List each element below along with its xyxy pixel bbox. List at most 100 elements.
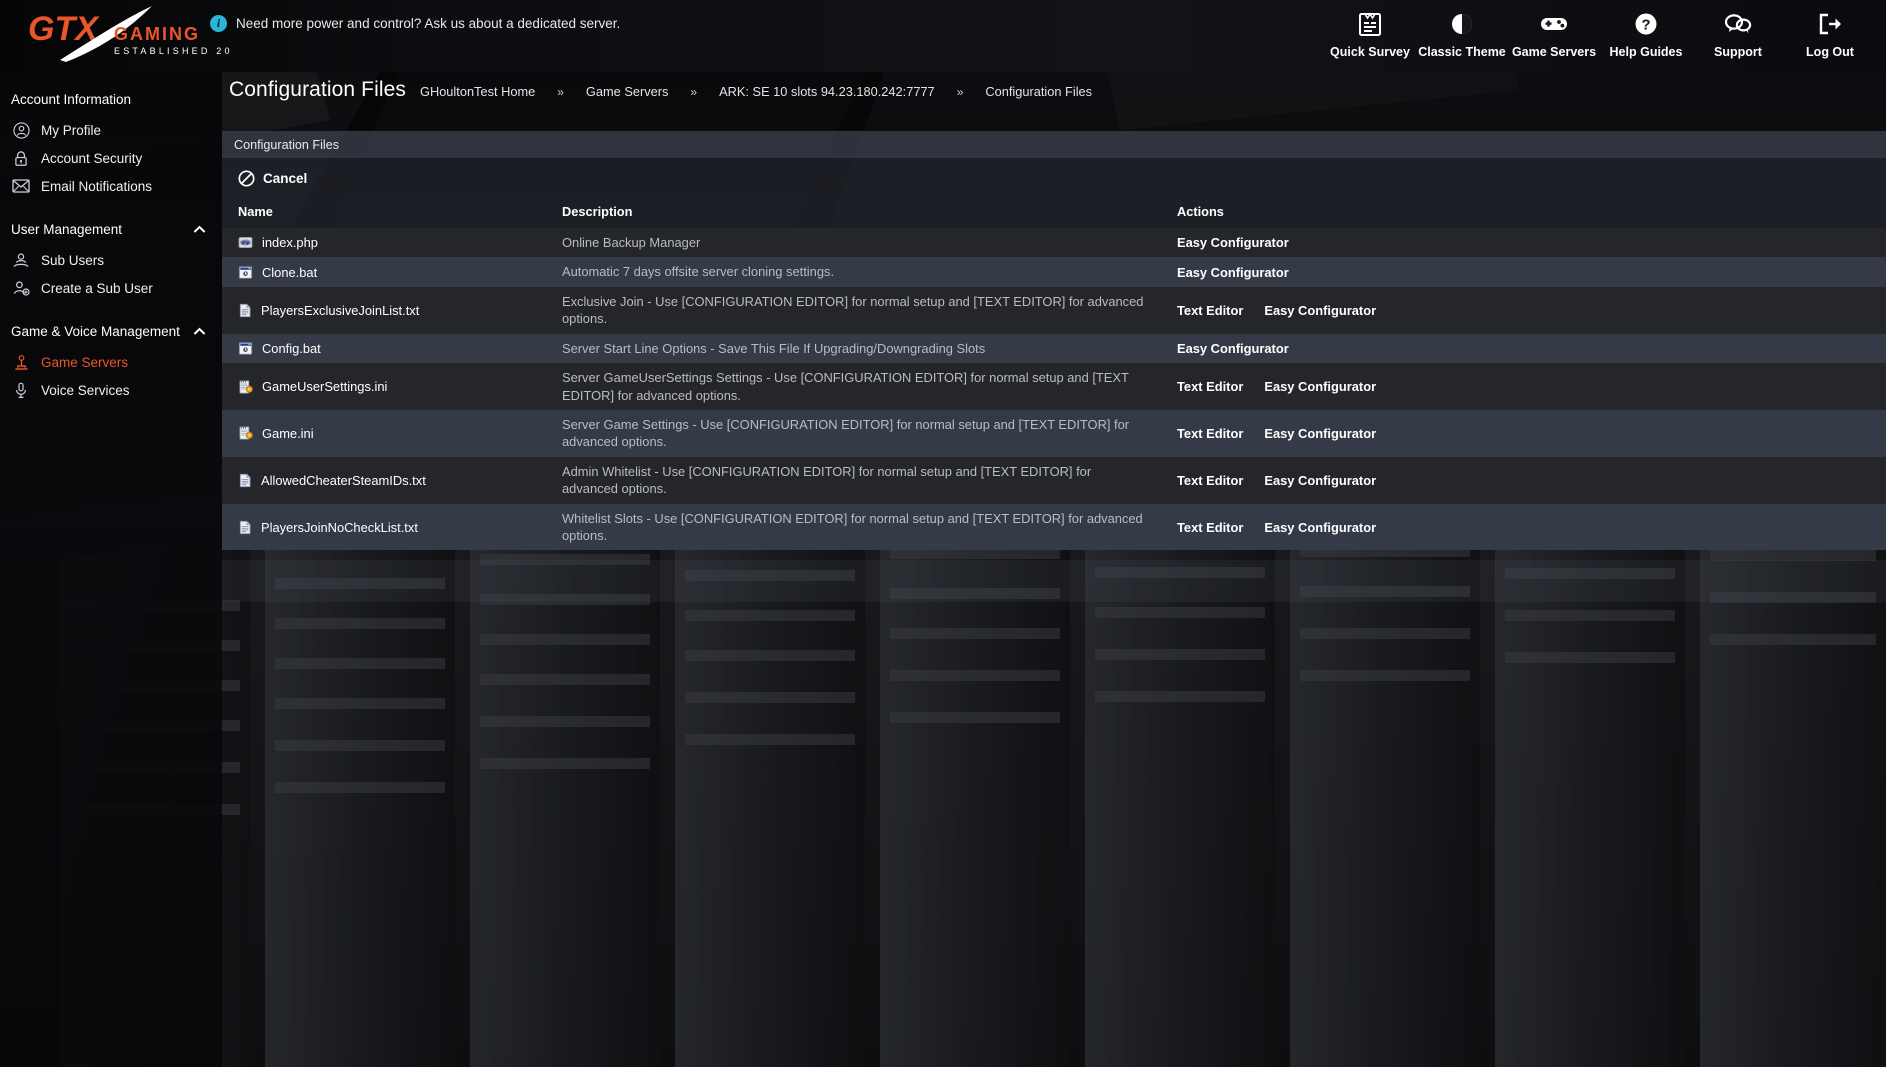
txt-file-icon	[238, 303, 252, 318]
easy-configurator-link[interactable]: Easy Configurator	[1264, 426, 1376, 441]
user-add-icon	[12, 279, 30, 297]
sidebar-section-user-management[interactable]: User Management	[0, 212, 222, 246]
table-row: php index.php Online Backup Manager Easy Co…	[222, 228, 1886, 258]
easy-configurator-link[interactable]: Easy Configurator	[1177, 265, 1289, 280]
topnav-label: Game Servers	[1511, 45, 1597, 59]
chat-bubbles-icon	[1724, 10, 1752, 38]
logo-tagline-text: ESTABLISHED 2007	[114, 46, 232, 56]
easy-configurator-link[interactable]: Easy Configurator	[1264, 520, 1376, 535]
server-tower-icon	[12, 353, 30, 371]
file-description-cell: Server GameUserSettings Settings - Use […	[562, 370, 1129, 403]
topnav-support[interactable]: Support	[1692, 4, 1784, 59]
table-header-row: Name Description Actions	[222, 198, 1886, 228]
sidebar-section-game-voice-management[interactable]: Game & Voice Management	[0, 314, 222, 348]
file-name-cell: GameUserSettings.ini	[222, 363, 562, 410]
file-description-cell: Exclusive Join - Use [CONFIGURATION EDIT…	[562, 293, 1144, 327]
file-actions-cell: Easy Configurator	[1160, 228, 1886, 257]
breadcrumb-item-game-servers[interactable]: Game Servers	[586, 84, 669, 99]
file-actions-cell: Easy Configurator	[1160, 334, 1886, 363]
file-name-cell: Config.bat	[222, 334, 562, 363]
ini-file-icon	[238, 425, 253, 441]
file-description-cell: Online Backup Manager	[562, 235, 701, 250]
sidebar: Account Information My Profile Account S…	[0, 72, 222, 1067]
sidebar-item-label: Game Servers	[41, 354, 129, 370]
topnav-label: Support	[1714, 45, 1762, 59]
sidebar-item-voice-services[interactable]: Voice Services	[0, 376, 222, 404]
file-description-cell: Server Game Settings - Use [CONFIGURATIO…	[562, 416, 1130, 450]
easy-configurator-link[interactable]: Easy Configurator	[1264, 473, 1376, 488]
gamepad-icon	[1539, 10, 1569, 38]
file-name-label: Config.bat	[262, 340, 321, 356]
ban-icon	[238, 169, 255, 187]
breadcrumb-item-home[interactable]: GHoultonTest Home	[420, 84, 535, 99]
panel-underlay-band-2	[222, 560, 1886, 602]
topnav-label: Classic Theme	[1418, 45, 1506, 59]
sidebar-item-label: Account Security	[41, 150, 143, 166]
bat-file-icon	[238, 265, 253, 280]
sidebar-item-email-notifications[interactable]: Email Notifications	[0, 172, 222, 200]
file-name-cell: Clone.bat	[222, 257, 562, 286]
file-actions-cell: Text Editor Easy Configurator	[1160, 363, 1886, 410]
breadcrumb-item-server[interactable]: ARK: SE 10 slots 94.23.180.242:7777	[719, 84, 935, 99]
topnav-game-servers[interactable]: Game Servers	[1508, 4, 1600, 59]
breadcrumb: GHoultonTest Home » Game Servers » ARK: …	[420, 84, 1092, 99]
sidebar-section-title: Game & Voice Management	[11, 323, 180, 339]
sidebar-section-account-information: Account Information	[0, 82, 222, 116]
column-header-description: Description	[562, 204, 633, 219]
sidebar-item-label: Sub Users	[41, 252, 105, 268]
file-name-cell: php index.php	[222, 228, 562, 257]
cancel-button[interactable]: Cancel	[238, 169, 308, 187]
topnav-quick-survey[interactable]: Quick Survey	[1324, 4, 1416, 59]
question-circle-icon: ?	[1634, 10, 1658, 38]
topnav-help-guides[interactable]: ? Help Guides	[1600, 4, 1692, 59]
sidebar-item-label: Create a Sub User	[41, 280, 153, 296]
topnav-log-out[interactable]: Log Out	[1784, 4, 1876, 59]
bat-file-icon	[238, 341, 253, 356]
file-name-cell: AllowedCheaterSteamIDs.txt	[222, 457, 562, 504]
clipboard-icon	[1358, 10, 1382, 38]
ini-file-icon	[238, 379, 253, 395]
table-row: Game.ini Server Game Settings - Use [CONF…	[222, 409, 1886, 457]
table-row: PlayersJoinNoCheckList.txt Whitelist Slot…	[222, 503, 1886, 551]
text-editor-link[interactable]: Text Editor	[1177, 473, 1243, 488]
sidebar-item-account-security[interactable]: Account Security	[0, 144, 222, 172]
contrast-icon	[1450, 10, 1474, 38]
breadcrumb-item-current: Configuration Files	[985, 84, 1093, 99]
info-icon: i	[210, 15, 227, 32]
sidebar-item-create-a-sub-user[interactable]: Create a Sub User	[0, 274, 222, 302]
sidebar-item-my-profile[interactable]: My Profile	[0, 116, 222, 144]
txt-file-icon	[238, 473, 252, 488]
chevron-up-icon[interactable]	[193, 327, 206, 336]
easy-configurator-link[interactable]: Easy Configurator	[1264, 379, 1376, 394]
topnav-classic-theme[interactable]: Classic Theme	[1416, 4, 1508, 59]
logo-gaming-text: GAMING	[114, 24, 200, 44]
chevron-up-icon[interactable]	[193, 225, 206, 234]
txt-file-icon	[238, 520, 252, 535]
file-description-cell: Admin Whitelist - Use [CONFIGURATION EDI…	[562, 463, 1092, 497]
logout-icon	[1817, 10, 1843, 38]
configuration-files-table: Name Description Actions php index.php Onl…	[222, 198, 1886, 551]
text-editor-link[interactable]: Text Editor	[1177, 520, 1243, 535]
gtx-gaming-logo[interactable]: GTX GAMING ESTABLISHED 2007	[22, 4, 232, 64]
easy-configurator-link[interactable]: Easy Configurator	[1264, 303, 1376, 318]
cancel-button-label: Cancel	[263, 170, 308, 186]
file-actions-cell: Easy Configurator	[1160, 257, 1886, 286]
text-editor-link[interactable]: Text Editor	[1177, 303, 1243, 318]
sidebar-divider-1	[0, 200, 222, 212]
file-description-cell: Server Start Line Options - Save This Fi…	[562, 340, 986, 356]
table-row: GameUserSettings.ini Server GameUserSetti…	[222, 363, 1886, 410]
table-row: AllowedCheaterSteamIDs.txt Admin Whitelis…	[222, 456, 1886, 504]
sidebar-item-game-servers[interactable]: Game Servers	[0, 348, 222, 376]
easy-configurator-link[interactable]: Easy Configurator	[1177, 235, 1289, 250]
file-actions-cell: Text Editor Easy Configurator	[1160, 287, 1886, 334]
text-editor-link[interactable]: Text Editor	[1177, 426, 1243, 441]
topnav-label: Quick Survey	[1330, 45, 1410, 59]
easy-configurator-link[interactable]: Easy Configurator	[1177, 341, 1289, 356]
table-body: php index.php Online Backup Manager Easy Co…	[222, 228, 1886, 551]
text-editor-link[interactable]: Text Editor	[1177, 379, 1243, 394]
sidebar-item-sub-users[interactable]: Sub Users	[0, 246, 222, 274]
file-actions-cell: Text Editor Easy Configurator	[1160, 457, 1886, 504]
file-name-label: PlayersExclusiveJoinList.txt	[261, 302, 420, 318]
dedicated-server-notice[interactable]: i Need more power and control? Ask us ab…	[210, 15, 620, 32]
topnav-label: Log Out	[1806, 45, 1854, 59]
